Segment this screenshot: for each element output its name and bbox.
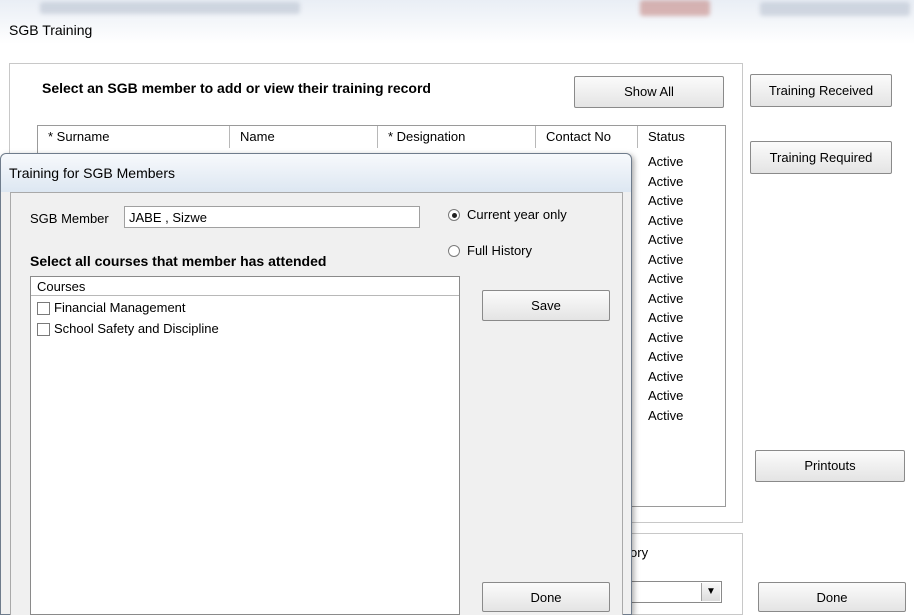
status-cell[interactable]: Active xyxy=(648,269,708,289)
course-label[interactable]: Financial Management xyxy=(54,300,186,315)
training-required-button[interactable]: Training Required xyxy=(750,141,892,174)
column-header-status[interactable]: Status xyxy=(638,126,725,148)
column-header-contact[interactable]: Contact No xyxy=(536,126,638,148)
show-all-button[interactable]: Show All xyxy=(574,76,724,108)
current-year-label[interactable]: Current year only xyxy=(467,207,567,222)
sgb-member-label: SGB Member xyxy=(30,211,109,226)
course-item[interactable]: Financial Management xyxy=(37,299,186,319)
course-checkbox[interactable] xyxy=(37,323,50,337)
status-column: Active Active Active Active Active Activ… xyxy=(648,152,708,425)
status-cell[interactable]: Active xyxy=(648,289,708,309)
radio-current-year[interactable] xyxy=(448,209,460,221)
chevron-down-icon[interactable]: ▼ xyxy=(701,583,720,601)
status-cell[interactable]: Active xyxy=(648,152,708,172)
instruction-label: Select an SGB member to add or view thei… xyxy=(42,80,431,96)
dialog-done-button[interactable]: Done xyxy=(482,582,610,612)
window-titlebar: SGB Training xyxy=(0,0,914,44)
status-cell[interactable]: Active xyxy=(648,308,708,328)
radio-full-history[interactable] xyxy=(448,245,460,257)
status-cell[interactable]: Active xyxy=(648,367,708,387)
column-header-surname[interactable]: * Surname xyxy=(38,126,230,148)
status-cell[interactable]: Active xyxy=(648,328,708,348)
full-history-label[interactable]: Full History xyxy=(467,243,532,258)
select-courses-label: Select all courses that member has atten… xyxy=(30,253,327,269)
status-cell[interactable]: Active xyxy=(648,211,708,231)
course-checkbox[interactable] xyxy=(37,302,50,316)
status-cell[interactable]: Active xyxy=(648,172,708,192)
column-header-designation[interactable]: * Designation xyxy=(378,126,536,148)
status-cell[interactable]: Active xyxy=(648,347,708,367)
window-title: SGB Training xyxy=(9,22,93,38)
main-done-button[interactable]: Done xyxy=(758,582,906,612)
dialog-title: Training for SGB Members xyxy=(9,165,175,181)
courses-list[interactable]: Courses Financial Management School Safe… xyxy=(30,276,460,615)
course-label[interactable]: School Safety and Discipline xyxy=(54,321,219,336)
status-cell[interactable]: Active xyxy=(648,230,708,250)
courses-column-header[interactable]: Courses xyxy=(31,277,459,296)
column-header-name[interactable]: Name xyxy=(230,126,378,148)
dialog-titlebar: Training for SGB Members xyxy=(1,154,631,192)
status-cell[interactable]: Active xyxy=(648,406,708,426)
status-cell[interactable]: Active xyxy=(648,191,708,211)
training-received-button[interactable]: Training Received xyxy=(750,74,892,107)
save-button[interactable]: Save xyxy=(482,290,610,321)
status-cell[interactable]: Active xyxy=(648,386,708,406)
course-item[interactable]: School Safety and Discipline xyxy=(37,320,219,340)
sgb-member-field[interactable] xyxy=(124,206,420,228)
status-cell[interactable]: Active xyxy=(648,250,708,270)
printouts-button[interactable]: Printouts xyxy=(755,450,905,482)
